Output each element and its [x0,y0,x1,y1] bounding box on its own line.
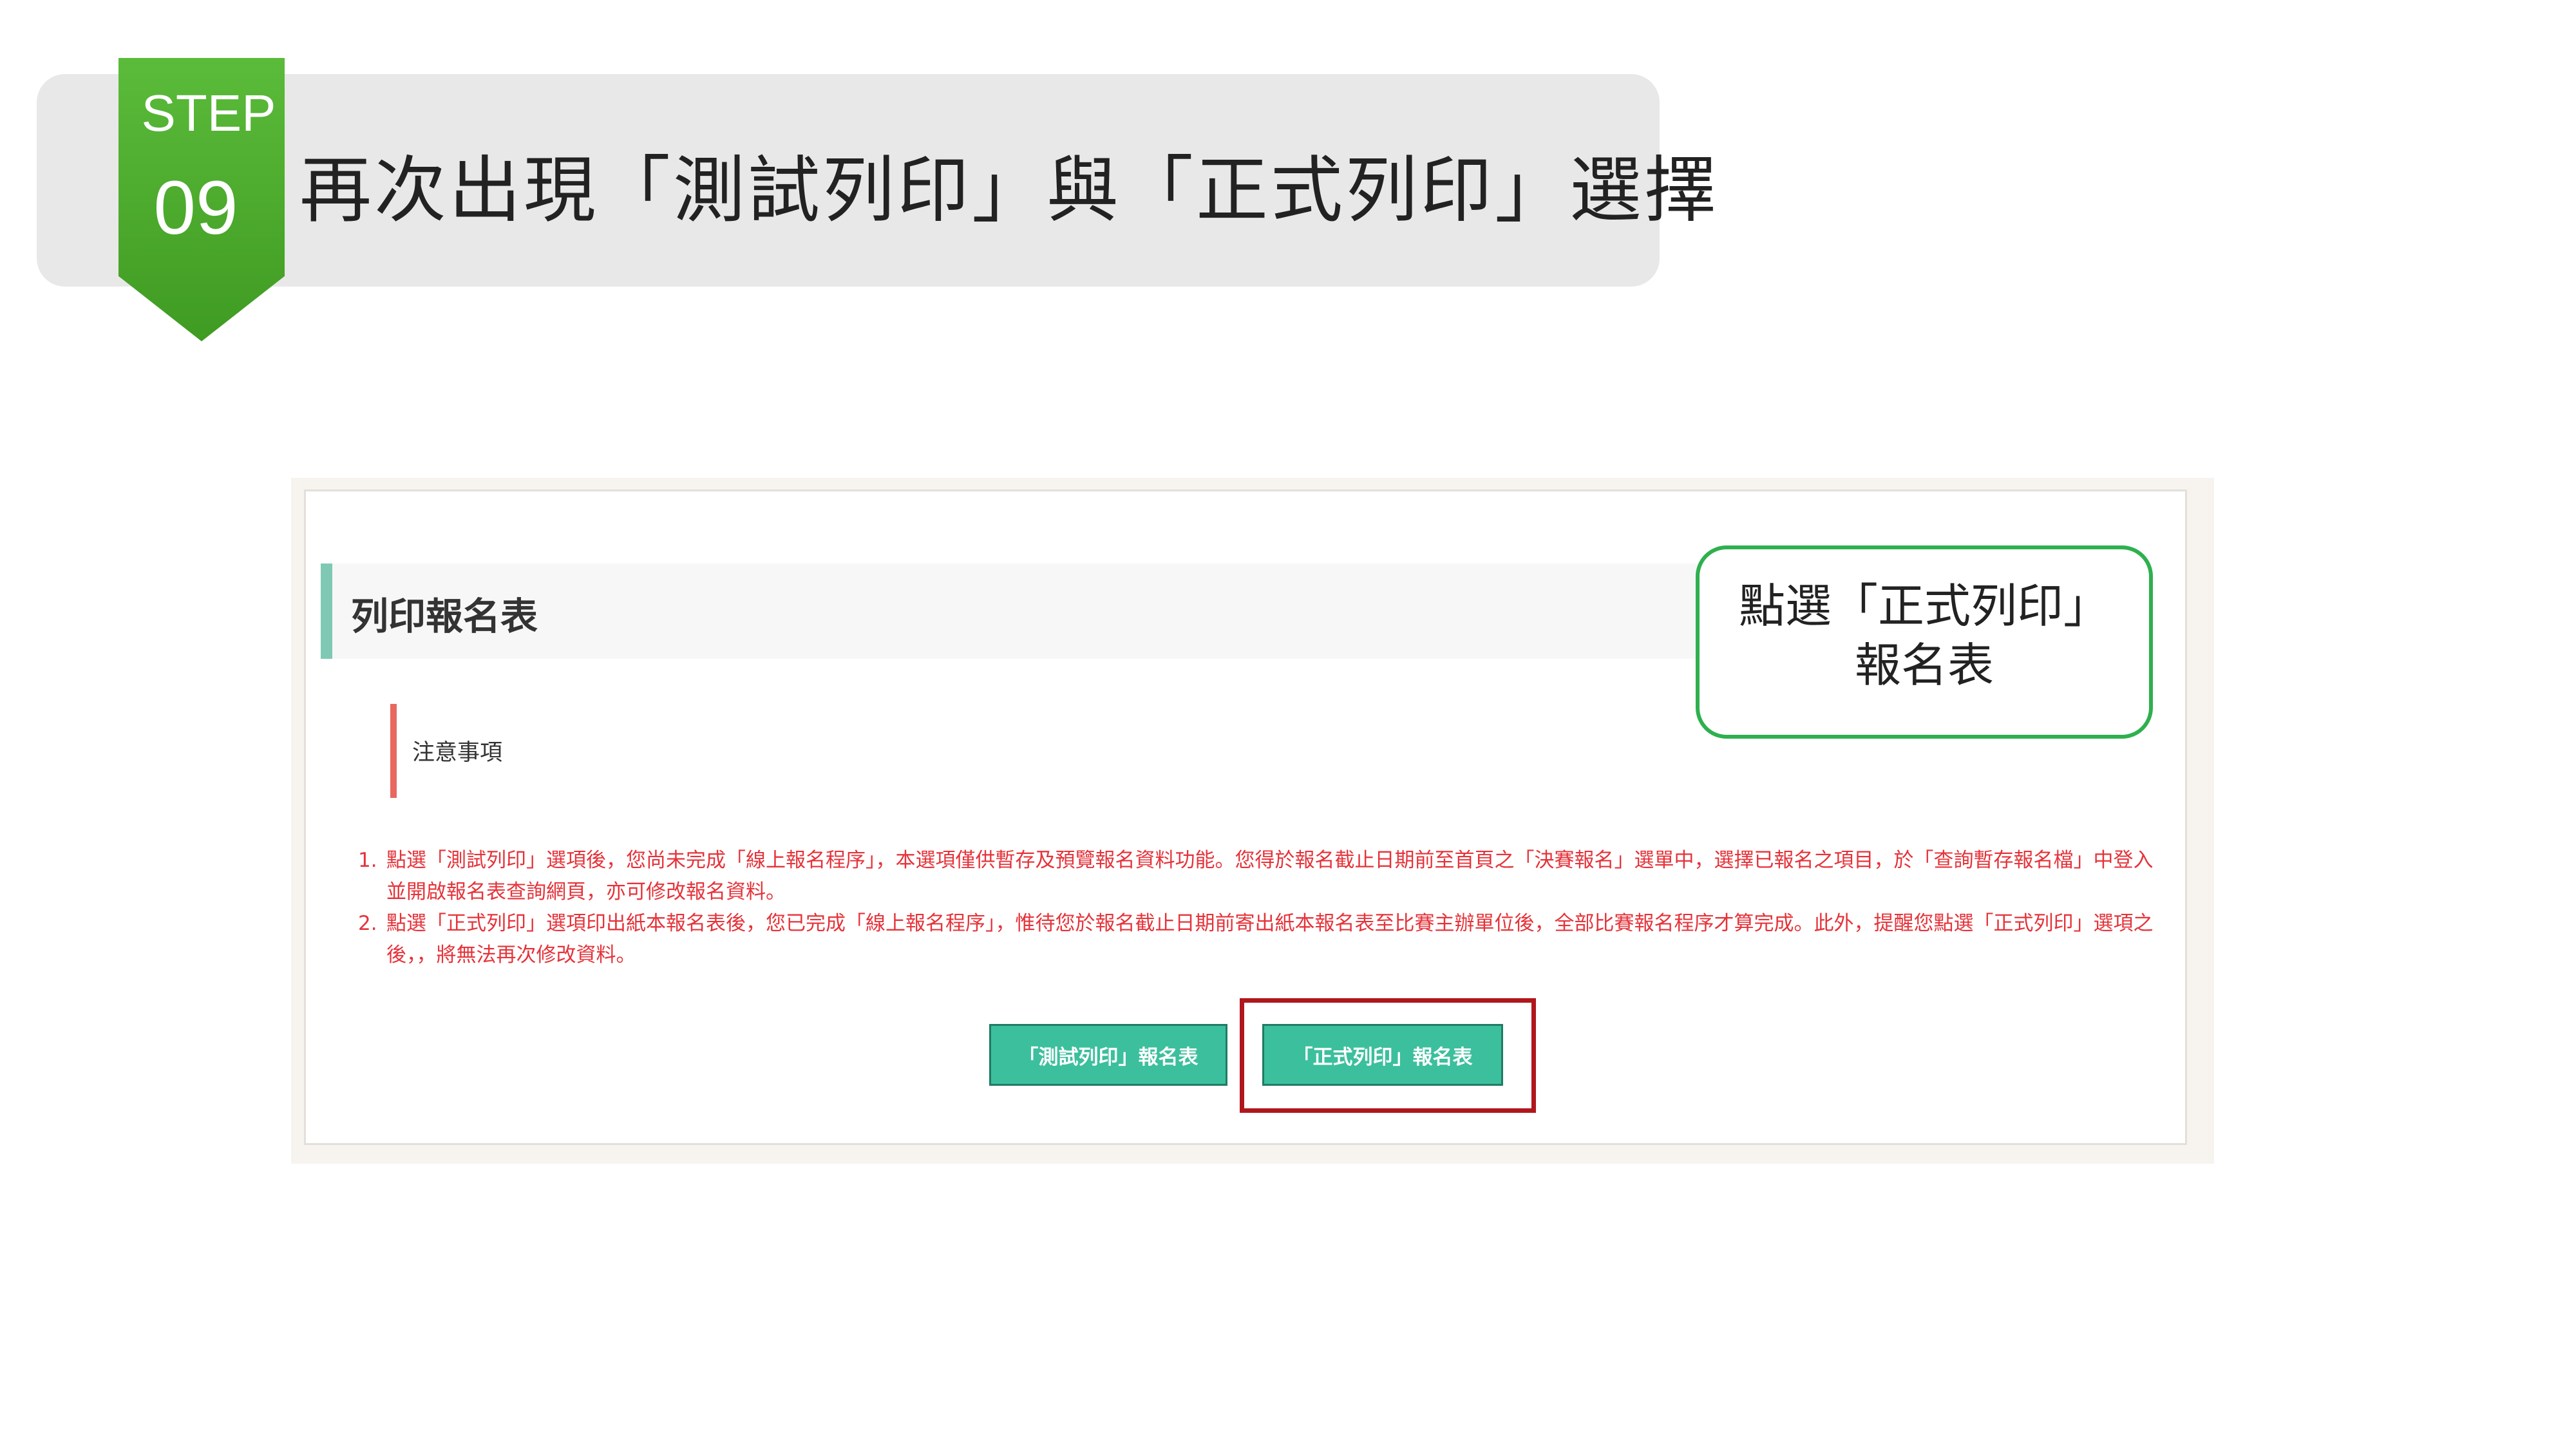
note-item: 2. 點選「正式列印」選項印出紙本報名表後，您已完成「線上報名程序」，惟待您於報… [358,908,2161,971]
step-title: 再次出現「測試列印」與「正式列印」選擇 [299,149,1719,232]
note-text: 點選「測試列印」選項後，您尚未完成「線上報名程序」，本選項僅供暫存及預覽報名資料… [386,849,2154,904]
note-item: 1. 點選「測試列印」選項後，您尚未完成「線上報名程序」，本選項僅供暫存及預覽報… [358,845,2161,908]
highlight-frame [1240,998,1536,1113]
note-text: 點選「正式列印」選項印出紙本報名表後，您已完成「線上報名程序」，惟待您於報名截止… [386,912,2154,967]
test-print-button[interactable]: 「測試列印」報名表 [989,1024,1227,1086]
step-number: 09 [153,166,238,251]
notice-title: 注意事項 [412,740,503,766]
notes-list: 1. 點選「測試列印」選項後，您尚未完成「線上報名程序」，本選項僅供暫存及預覽報… [358,845,2161,971]
callout-line-1: 點選「正式列印」 [1738,579,2110,633]
step-label: STEP [141,84,276,142]
callout-line-2: 報名表 [1854,638,1994,692]
note-number: 1. [358,849,377,872]
note-number: 2. [358,912,377,935]
callout-text: 點選「正式列印」 報名表 [1696,576,2153,695]
section-title: 列印報名表 [351,594,538,638]
notice-accent-bar [390,704,397,798]
